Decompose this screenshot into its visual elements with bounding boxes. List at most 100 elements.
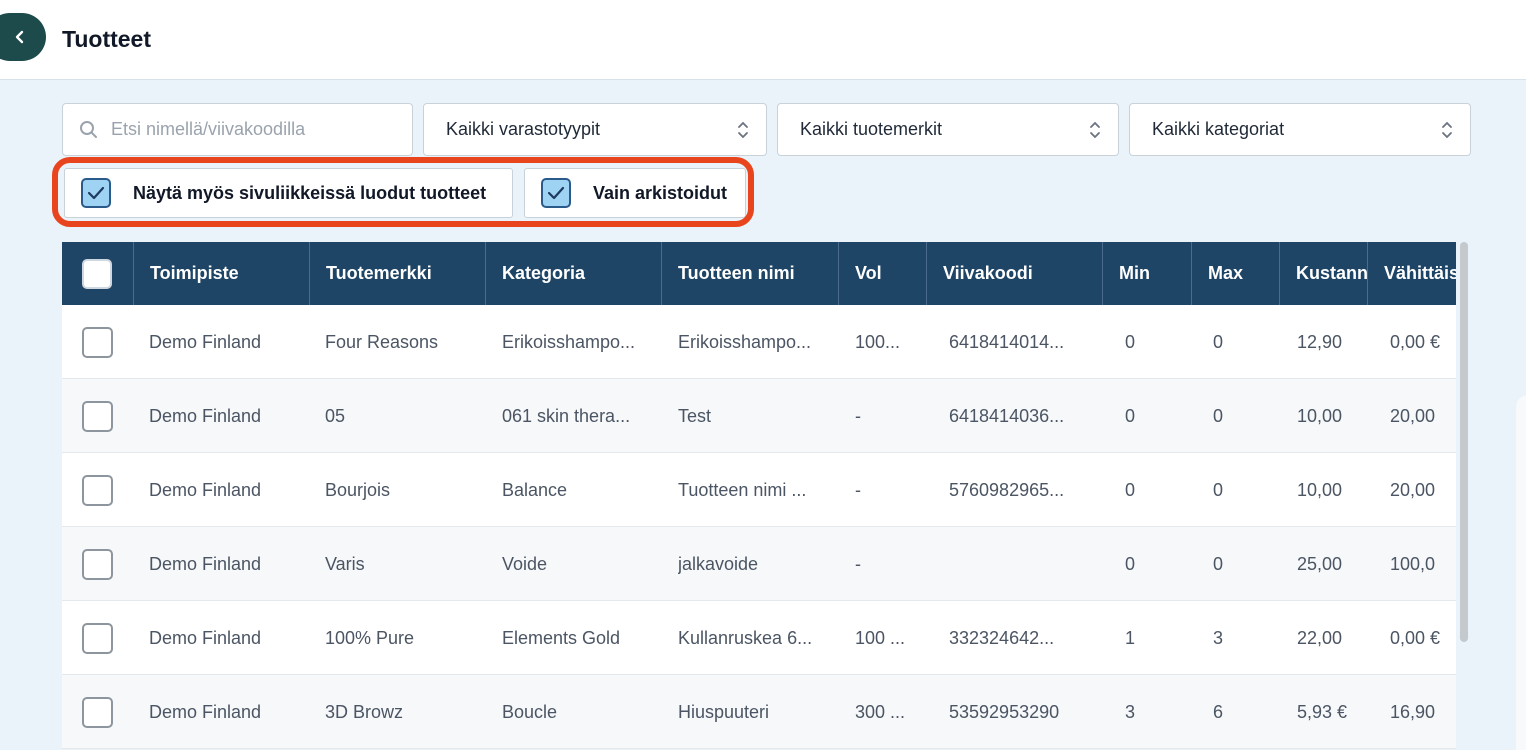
cell-vol: 100 ... [855, 628, 906, 648]
search-input[interactable] [111, 119, 391, 140]
back-button[interactable] [0, 13, 46, 61]
header-select-cell [62, 242, 133, 305]
cell-barcode: 6418414036... [949, 406, 1065, 426]
cell-location: Demo Finland [149, 702, 262, 722]
cell-location: Demo Finland [149, 406, 262, 426]
cell-max: 3 [1213, 628, 1224, 648]
chevron-updown-icon [1090, 121, 1100, 139]
cell-min: 1 [1125, 628, 1136, 648]
cell-category: Balance [502, 480, 568, 500]
cell-max: 0 [1213, 480, 1224, 500]
side-panel-edge [1516, 395, 1526, 750]
column-header[interactable]: Min [1102, 242, 1192, 305]
cell-barcode: 6418414014... [949, 332, 1065, 352]
column-header[interactable]: Kustann [1279, 242, 1368, 305]
cell-product-name: jalkavoide [678, 554, 759, 574]
cell-min: 0 [1125, 480, 1136, 500]
column-header[interactable]: Kategoria [485, 242, 662, 305]
table-row[interactable]: Demo Finland Varis Voide jalkavoide - 0 … [62, 527, 1456, 601]
cell-product-name: Test [678, 406, 712, 426]
table-row[interactable]: Demo Finland Four Reasons Erikoisshampo.… [62, 305, 1456, 379]
column-header[interactable]: Viivakoodi [926, 242, 1103, 305]
cell-location: Demo Finland [149, 480, 262, 500]
cell-vol: 100... [855, 332, 901, 352]
cell-barcode: 53592953290 [949, 702, 1060, 722]
table-scrollbar[interactable] [1460, 242, 1468, 642]
cell-retail: 0,00 € [1390, 628, 1441, 648]
cell-min: 0 [1125, 332, 1136, 352]
table-row[interactable]: Demo Finland Bourjois Balance Tuotteen n… [62, 453, 1456, 527]
cell-cost: 10,00 [1297, 480, 1343, 500]
search-icon [80, 120, 97, 138]
app-header: Tuotteet [0, 0, 1526, 80]
cell-vol: - [855, 406, 861, 426]
cell-location: Demo Finland [149, 332, 262, 352]
category-select[interactable]: Kaikki kategoriat [1129, 103, 1471, 156]
products-table: Toimipiste Tuotemerkki Kategoria Tuottee… [62, 242, 1456, 750]
row-checkbox[interactable] [82, 697, 113, 728]
cell-cost: 22,00 [1297, 628, 1343, 648]
cell-cost: 5,93 € [1297, 702, 1348, 722]
row-checkbox[interactable] [82, 549, 113, 580]
cell-max: 0 [1213, 406, 1224, 426]
column-header[interactable]: Tuotteen nimi [661, 242, 838, 305]
cell-vol: 300 ... [855, 702, 906, 722]
select-all-checkbox[interactable] [82, 259, 112, 289]
cell-barcode [949, 527, 1099, 601]
cell-brand: Varis [325, 554, 365, 574]
table-header: Toimipiste Tuotemerkki Kategoria Tuottee… [62, 242, 1456, 305]
cell-category: Erikoisshampo... [502, 332, 636, 352]
cell-product-name: Tuotteen nimi ... [678, 480, 807, 500]
cell-retail: 16,90 [1390, 702, 1436, 722]
column-header[interactable]: Toimipiste [133, 242, 310, 305]
cell-category: 061 skin thera... [502, 406, 631, 426]
page-title: Tuotteet [62, 26, 152, 52]
column-header[interactable]: Vol [838, 242, 927, 305]
column-header[interactable]: Vähittäis [1367, 242, 1456, 305]
row-checkbox[interactable] [82, 475, 113, 506]
column-header[interactable]: Max [1191, 242, 1280, 305]
cell-min: 0 [1125, 554, 1136, 574]
cell-max: 0 [1213, 332, 1224, 352]
row-checkbox[interactable] [82, 623, 113, 654]
cell-location: Demo Finland [149, 554, 262, 574]
cell-product-name: Hiuspuuteri [678, 702, 770, 722]
cell-vol: - [855, 554, 861, 574]
search-field[interactable] [62, 103, 413, 156]
chevron-updown-icon [1442, 121, 1452, 139]
cell-location: Demo Finland [149, 628, 262, 648]
chevron-updown-icon [738, 121, 748, 139]
cell-category: Voide [502, 554, 548, 574]
brand-value: Kaikki tuotemerkit [800, 119, 943, 139]
cell-brand: 3D Browz [325, 702, 404, 722]
cell-brand: 05 [325, 406, 346, 426]
cell-barcode: 5760982965... [949, 480, 1065, 500]
table-row[interactable]: Demo Finland 3D Browz Boucle Hiuspuuteri… [62, 675, 1456, 749]
cell-retail: 0,00 € [1390, 332, 1441, 352]
row-checkbox[interactable] [82, 401, 113, 432]
cell-vol: - [855, 480, 861, 500]
cell-max: 0 [1213, 554, 1224, 574]
row-checkbox[interactable] [82, 327, 113, 358]
warehouse-type-select[interactable]: Kaikki varastotyypit [423, 103, 767, 156]
column-header[interactable]: Tuotemerkki [309, 242, 486, 305]
highlight-outline [52, 157, 754, 227]
cell-brand: 100% Pure [325, 628, 415, 648]
cell-retail: 20,00 [1390, 480, 1436, 500]
chevron-left-icon [15, 30, 24, 44]
table-row[interactable]: Demo Finland 05 061 skin thera... Test -… [62, 379, 1456, 453]
cell-category: Elements Gold [502, 628, 621, 648]
cell-product-name: Kullanruskea 6... [678, 628, 813, 648]
table-row[interactable]: Demo Finland 100% Pure Elements Gold Kul… [62, 601, 1456, 675]
brand-select[interactable]: Kaikki tuotemerkit [777, 103, 1119, 156]
cell-brand: Bourjois [325, 480, 391, 500]
warehouse-type-value: Kaikki varastotyypit [446, 119, 601, 139]
cell-cost: 10,00 [1297, 406, 1343, 426]
cell-cost: 12,90 [1297, 332, 1343, 352]
cell-category: Boucle [502, 702, 558, 722]
cell-barcode: 332324642... [949, 628, 1055, 648]
cell-min: 3 [1125, 702, 1136, 722]
category-value: Kaikki kategoriat [1152, 119, 1285, 139]
cell-retail: 100,0 [1390, 554, 1436, 574]
cell-brand: Four Reasons [325, 332, 439, 352]
